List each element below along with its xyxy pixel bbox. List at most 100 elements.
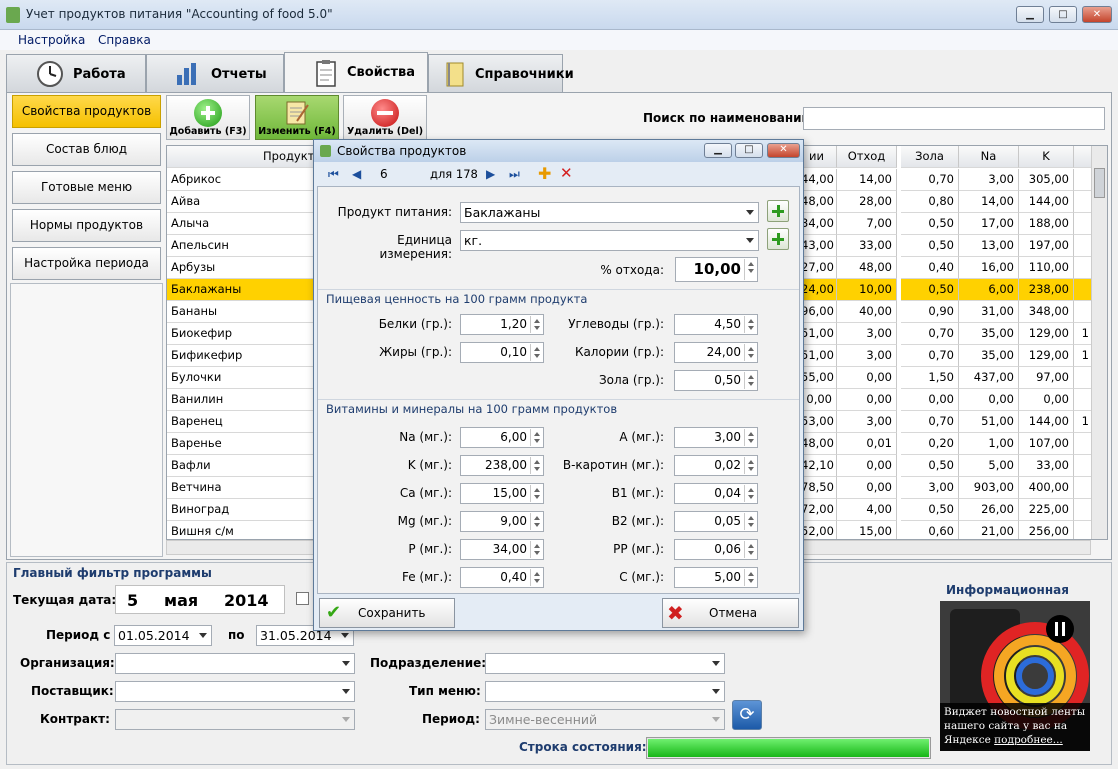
next-record-icon[interactable]: ▶ [486, 167, 495, 181]
left-menu-period-settings[interactable]: Настройка периода [12, 247, 161, 280]
prev-record-icon[interactable]: ◀ [352, 167, 361, 181]
delete-button[interactable]: Удалить (Del) [343, 95, 427, 140]
column-header[interactable]: Na [959, 146, 1019, 168]
add-record-icon[interactable]: ✚ [538, 164, 551, 183]
close-button[interactable]: ✕ [1082, 6, 1112, 23]
spinner-icon[interactable] [530, 316, 542, 333]
vit-a-field[interactable]: 3,00 [674, 427, 758, 448]
period-from-picker[interactable]: 01.05.2014 [114, 625, 212, 646]
value-cell: 1,00 [959, 433, 1019, 455]
vit-b1-field[interactable]: 0,04 [674, 483, 758, 504]
left-menu-product-properties[interactable]: Свойства продуктов [12, 95, 161, 128]
value-cell: 13,00 [959, 235, 1019, 257]
left-menu-ready-menus[interactable]: Готовые меню [12, 171, 161, 204]
minimize-button[interactable]: ▁ [1016, 6, 1044, 23]
nutrition-section-title: Пищевая ценность на 100 грамм продукта [326, 292, 588, 306]
contract-select[interactable] [115, 709, 355, 730]
info-more-link[interactable]: подробнее... [994, 734, 1063, 746]
record-number-input[interactable]: 6 [374, 165, 424, 183]
value-cell: 0,50 [901, 455, 959, 477]
value-cell: 0,00 [837, 477, 897, 499]
vit-c-field[interactable]: 5,00 [674, 567, 758, 588]
info-widget[interactable]: Виджет новостной ленты нашего сайта у ва… [940, 601, 1090, 751]
current-date-picker[interactable]: 5 мая 2014 [115, 585, 285, 614]
protein-field[interactable]: 1,20 [460, 314, 544, 335]
calories-field[interactable]: 24,00 [674, 342, 758, 363]
product-label: Продукт питания: [337, 205, 452, 219]
dialog-app-icon [320, 145, 331, 157]
value-cell: 10,00 [837, 279, 897, 301]
last-record-icon[interactable]: ⏭ [509, 167, 520, 182]
supplier-label: Поставщик: [31, 684, 114, 698]
value-cell: 97,00 [1019, 367, 1074, 389]
dialog-close-button[interactable]: ✕ [767, 143, 800, 158]
menu-type-select[interactable] [485, 681, 725, 702]
search-input[interactable] [803, 107, 1105, 130]
column-header[interactable]: Зола [901, 146, 959, 168]
add-product-button[interactable] [767, 200, 789, 222]
add-button[interactable]: Добавить (F3) [166, 95, 250, 140]
organization-select[interactable] [115, 653, 355, 674]
tab-references[interactable]: Справочники [428, 54, 574, 92]
scroll-thumb[interactable] [1094, 168, 1105, 198]
left-menu-dish-composition[interactable]: Состав блюд [12, 133, 161, 166]
app-icon [6, 7, 20, 23]
product-select[interactable]: Баклажаны [460, 202, 759, 223]
vertical-scrollbar[interactable] [1091, 146, 1107, 539]
minus-icon [371, 99, 399, 127]
date-month: мая [164, 591, 199, 610]
value-cell: 48,00 [837, 257, 897, 279]
value-cell: 3,00 [837, 345, 897, 367]
spinner-icon[interactable] [744, 372, 756, 389]
spinner-icon[interactable] [744, 316, 756, 333]
save-button[interactable]: ✔ Сохранить [319, 598, 455, 628]
spinner-icon[interactable] [744, 429, 756, 446]
edit-button[interactable]: Изменить (F4) [255, 95, 339, 140]
product-value: Баклажаны [464, 205, 541, 220]
spinner-icon[interactable] [744, 513, 756, 530]
refresh-icon[interactable]: ⟳ [732, 700, 762, 730]
tab-reports[interactable]: Отчеты [146, 54, 284, 92]
tab-properties[interactable]: Свойства [284, 52, 428, 93]
fat-field[interactable]: 0,10 [460, 342, 544, 363]
date-checkbox[interactable] [296, 592, 309, 605]
dialog-maximize-button[interactable]: □ [735, 143, 763, 158]
dialog-minimize-button[interactable]: ▁ [704, 143, 732, 158]
column-header[interactable]: Отход [837, 146, 897, 168]
unit-select[interactable]: кг. [460, 230, 759, 251]
value-cell: 305,00 [1019, 169, 1074, 191]
supplier-select[interactable] [115, 681, 355, 702]
value-cell: 129,00 [1019, 345, 1074, 367]
first-record-icon[interactable]: ⏮ [328, 167, 339, 182]
left-menu-product-norms[interactable]: Нормы продуктов [12, 209, 161, 242]
info-text-box: Виджет новостной ленты нашего сайта у ва… [940, 703, 1090, 751]
spinner-icon[interactable] [744, 485, 756, 502]
protein-value: 1,20 [500, 317, 527, 331]
spinner-icon[interactable] [744, 259, 756, 280]
vit-b2-field[interactable]: 0,05 [674, 511, 758, 532]
spinner-icon[interactable] [744, 457, 756, 474]
value-cell: 16,00 [959, 257, 1019, 279]
value-cell: 348,00 [1019, 301, 1074, 323]
menu-settings[interactable]: Настройка [18, 33, 85, 47]
tab-work[interactable]: Работа [6, 54, 146, 92]
add-unit-button[interactable] [767, 228, 789, 250]
delete-record-icon[interactable]: ✕ [560, 164, 573, 182]
ash-field[interactable]: 0,50 [674, 370, 758, 391]
cancel-button[interactable]: ✖ Отмена [662, 598, 799, 628]
waste-field[interactable]: 10,00 [675, 257, 758, 282]
maximize-button[interactable]: □ [1049, 6, 1077, 23]
menu-help[interactable]: Справка [98, 33, 151, 47]
vit-pp-field[interactable]: 0,06 [674, 539, 758, 560]
spinner-icon[interactable] [744, 569, 756, 586]
column-header[interactable]: K [1019, 146, 1074, 168]
value-cell: 1,50 [901, 367, 959, 389]
spinner-icon[interactable] [530, 344, 542, 361]
division-select[interactable] [485, 653, 725, 674]
spinner-icon[interactable] [744, 541, 756, 558]
filter-title: Главный фильтр программы [13, 566, 212, 580]
period2-select[interactable]: Зимне-весенний [485, 709, 725, 730]
carbs-field[interactable]: 4,50 [674, 314, 758, 335]
spinner-icon[interactable] [744, 344, 756, 361]
b-carotene-field[interactable]: 0,02 [674, 455, 758, 476]
